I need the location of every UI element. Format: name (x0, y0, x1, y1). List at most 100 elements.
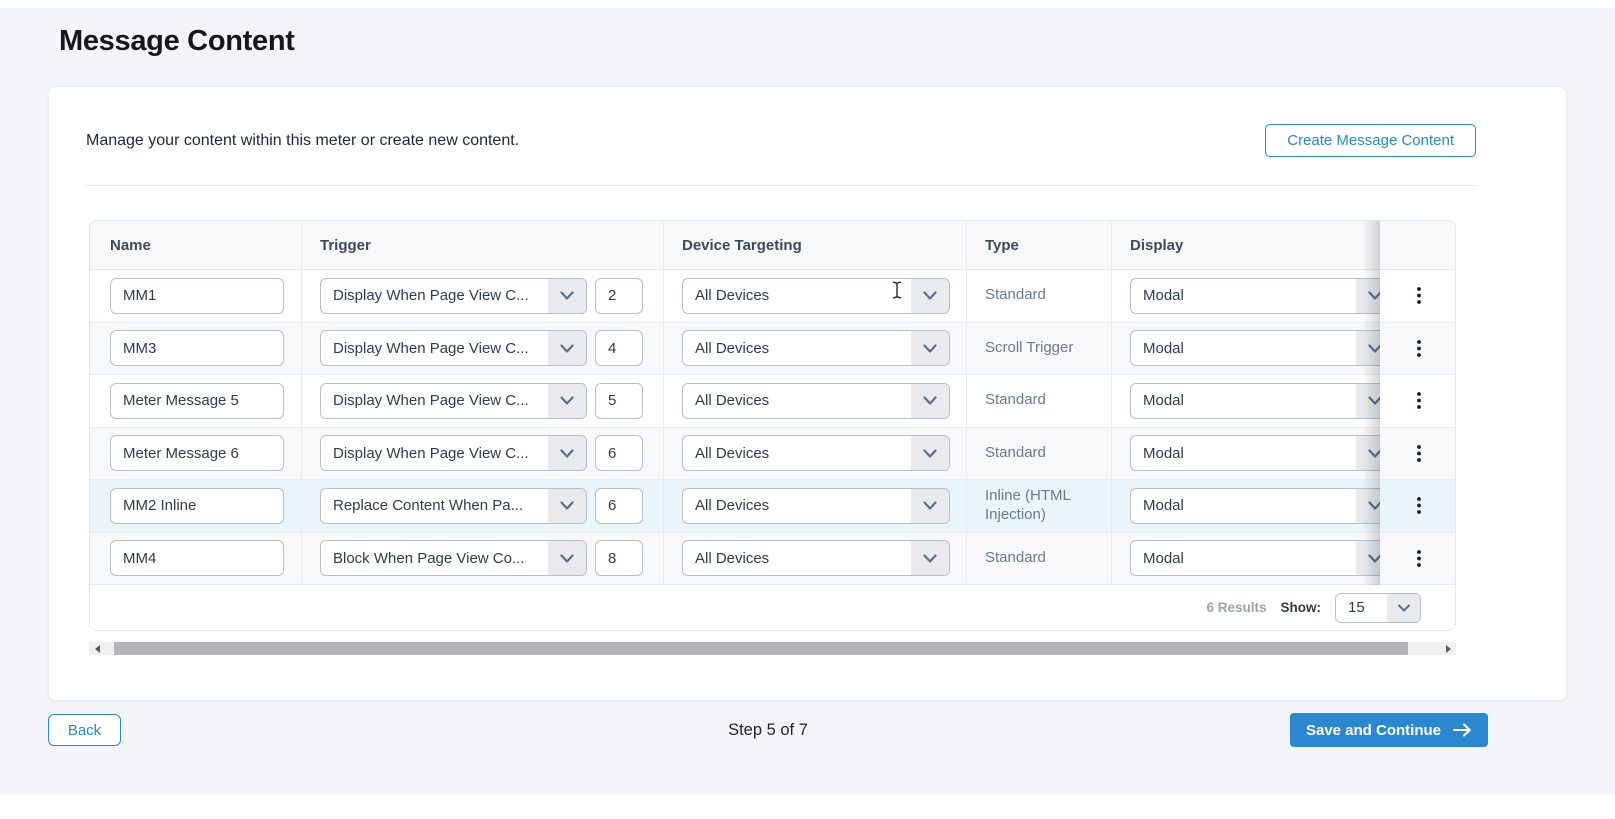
table-row: Display When Page View C... All Devices … (90, 323, 1380, 376)
cell-display: Modal (1112, 480, 1380, 532)
trigger-count-input[interactable] (595, 330, 643, 366)
trigger-select[interactable]: Replace Content When Pa... (320, 488, 587, 524)
name-input[interactable] (110, 278, 284, 314)
create-message-content-button[interactable]: Create Message Content (1265, 124, 1476, 157)
trigger-select-value: Replace Content When Pa... (321, 497, 548, 514)
row-menu-button[interactable] (1407, 439, 1431, 468)
row-menu-button[interactable] (1407, 386, 1431, 415)
device-targeting-select[interactable]: All Devices (682, 540, 950, 576)
device-targeting-select-value: All Devices (683, 392, 911, 409)
trigger-select-value: Display When Page View C... (321, 445, 548, 462)
page-background: Message Content Manage your content with… (0, 8, 1615, 795)
device-targeting-select[interactable]: All Devices (682, 435, 950, 471)
type-label: Scroll Trigger (985, 339, 1081, 358)
cell-type: Inline (HTML Injection) (967, 480, 1112, 532)
type-label: Inline (HTML Injection) (985, 487, 1111, 525)
trigger-select-value: Display When Page View C... (321, 392, 548, 409)
trigger-select[interactable]: Display When Page View C... (320, 383, 587, 419)
kebab-menu-icon (1417, 392, 1421, 409)
table-footer: 6 Results Show: 15 (90, 585, 1455, 630)
type-label: Standard (985, 549, 1054, 568)
table-scroll-area[interactable]: Name Trigger Device Targeting Type Displ… (90, 221, 1380, 585)
device-targeting-select-value: All Devices (683, 340, 911, 357)
cell-name (90, 375, 302, 427)
trigger-select[interactable]: Display When Page View C... (320, 278, 587, 314)
display-select[interactable]: Modal (1130, 383, 1380, 419)
page-size-select[interactable]: 15 (1335, 593, 1421, 623)
cell-display: Modal (1112, 533, 1380, 585)
trigger-count-input[interactable] (595, 435, 643, 471)
cell-device-targeting: All Devices (664, 270, 967, 322)
row-actions-cell (1380, 480, 1456, 533)
cell-name (90, 480, 302, 532)
table-row: Replace Content When Pa... All Devices I… (90, 480, 1380, 533)
name-input[interactable] (110, 488, 284, 524)
cell-type: Standard (967, 533, 1112, 585)
save-button-label: Save and Continue (1306, 722, 1441, 739)
horizontal-scrollbar[interactable] (89, 642, 1456, 655)
trigger-select[interactable]: Block When Page View Co... (320, 540, 587, 576)
type-label: Standard (985, 286, 1054, 305)
scroll-right-arrow-icon[interactable] (1440, 642, 1456, 655)
scrollbar-track[interactable] (105, 642, 1440, 655)
device-targeting-select[interactable]: All Devices (682, 488, 950, 524)
row-menu-button[interactable] (1407, 281, 1431, 310)
cell-name (90, 323, 302, 375)
cell-display: Modal (1112, 375, 1380, 427)
chevron-down-icon (1356, 331, 1380, 365)
device-targeting-select-value: All Devices (683, 287, 911, 304)
trigger-count-input[interactable] (595, 383, 643, 419)
device-targeting-select[interactable]: All Devices (682, 330, 950, 366)
kebab-menu-icon (1417, 445, 1421, 462)
row-menu-button[interactable] (1407, 544, 1431, 573)
name-input[interactable] (110, 540, 284, 576)
cell-trigger: Replace Content When Pa... (302, 480, 664, 532)
column-header-trigger: Trigger (302, 221, 664, 269)
row-actions-cell (1380, 270, 1456, 323)
display-select[interactable]: Modal (1130, 540, 1380, 576)
cell-trigger: Display When Page View C... (302, 270, 664, 322)
chevron-down-icon (548, 489, 586, 523)
cell-type: Scroll Trigger (967, 323, 1112, 375)
message-content-panel: Manage your content within this meter or… (48, 86, 1567, 701)
cell-device-targeting: All Devices (664, 480, 967, 532)
panel-description: Manage your content within this meter or… (86, 132, 519, 150)
display-select[interactable]: Modal (1130, 330, 1380, 366)
trigger-count-input[interactable] (595, 540, 643, 576)
scroll-left-arrow-icon[interactable] (89, 642, 105, 655)
display-select[interactable]: Modal (1130, 278, 1380, 314)
trigger-select[interactable]: Display When Page View C... (320, 330, 587, 366)
device-targeting-select[interactable]: All Devices (682, 383, 950, 419)
display-select[interactable]: Modal (1130, 488, 1380, 524)
show-label: Show: (1281, 600, 1322, 615)
type-label: Standard (985, 391, 1054, 410)
chevron-down-icon (1356, 541, 1380, 575)
cell-trigger: Block When Page View Co... (302, 533, 664, 585)
cell-trigger: Display When Page View C... (302, 375, 664, 427)
scrollbar-thumb[interactable] (114, 642, 1408, 655)
table-row: Display When Page View C... All Devices … (90, 428, 1380, 481)
name-input[interactable] (110, 383, 284, 419)
table-row: Block When Page View Co... All Devices S… (90, 533, 1380, 586)
cell-display: Modal (1112, 270, 1380, 322)
back-button[interactable]: Back (48, 714, 121, 746)
name-input[interactable] (110, 435, 284, 471)
message-content-table: Name Trigger Device Targeting Type Displ… (89, 220, 1456, 631)
row-actions-cell (1380, 375, 1456, 428)
row-menu-button[interactable] (1407, 491, 1431, 520)
display-select[interactable]: Modal (1130, 435, 1380, 471)
cell-device-targeting: All Devices (664, 533, 967, 585)
cell-trigger: Display When Page View C... (302, 428, 664, 480)
kebab-menu-icon (1417, 550, 1421, 567)
device-targeting-select-value: All Devices (683, 550, 911, 567)
name-input[interactable] (110, 330, 284, 366)
device-targeting-select-value: All Devices (683, 497, 911, 514)
trigger-count-input[interactable] (595, 278, 643, 314)
device-targeting-select[interactable]: All Devices (682, 278, 950, 314)
kebab-menu-icon (1417, 340, 1421, 357)
trigger-select[interactable]: Display When Page View C... (320, 435, 587, 471)
save-and-continue-button[interactable]: Save and Continue (1290, 713, 1488, 747)
trigger-count-input[interactable] (595, 488, 643, 524)
row-menu-button[interactable] (1407, 334, 1431, 363)
results-count: 6 Results (1206, 600, 1266, 615)
